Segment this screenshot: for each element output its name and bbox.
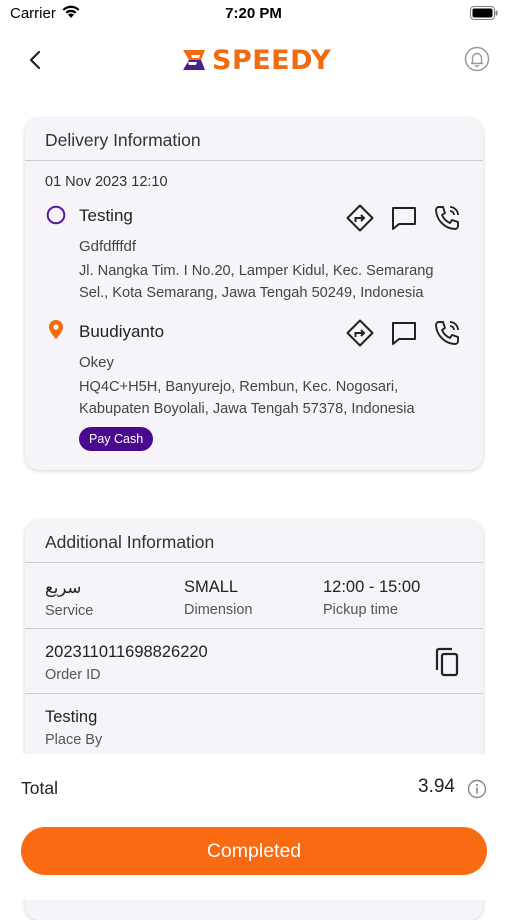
dropoff-name: Buudiyanto bbox=[79, 322, 165, 341]
dropoff-note: Okey bbox=[79, 354, 115, 371]
pickup-navigate-button[interactable] bbox=[345, 203, 375, 233]
back-button[interactable] bbox=[24, 48, 48, 72]
footer: Total 3.94 Completed bbox=[0, 754, 507, 900]
order-id-label: Order ID bbox=[45, 667, 101, 683]
dropoff-address: HQ4C+H5H, Banyurejo, Rembun, Kec. Nogosa… bbox=[79, 379, 415, 417]
app-header: SPEEDY bbox=[0, 36, 507, 84]
service-value: سريع bbox=[45, 579, 82, 597]
service-details-row: سريع Service SMALL Dimension 12:00 - 15:… bbox=[25, 564, 483, 629]
dropoff-message-button[interactable] bbox=[389, 318, 419, 348]
notification-button[interactable] bbox=[464, 46, 490, 77]
total-info-button[interactable] bbox=[467, 779, 487, 804]
copy-icon bbox=[435, 647, 459, 677]
pickup-note: Gdfdfffdf bbox=[79, 238, 136, 255]
pickup-circle-icon bbox=[46, 205, 66, 230]
delivery-info-title: Delivery Information bbox=[25, 118, 483, 161]
total-label: Total bbox=[21, 778, 58, 798]
delivery-date: 01 Nov 2023 12:10 bbox=[45, 174, 168, 190]
directions-icon bbox=[346, 319, 374, 347]
logo-text: SPEEDY bbox=[212, 44, 332, 76]
dimension-label: Dimension bbox=[184, 602, 253, 618]
chat-icon bbox=[392, 322, 416, 345]
pickup-address: Jl. Nangka Tim. I No.20, Lamper Kidul, K… bbox=[79, 263, 434, 301]
dimension-value: SMALL bbox=[184, 578, 239, 596]
total-value: 3.94 bbox=[418, 776, 455, 797]
pickup-call-button[interactable] bbox=[433, 203, 463, 233]
place-by-field: Testing Place By bbox=[45, 708, 102, 748]
dimension-field: SMALL Dimension bbox=[184, 578, 253, 618]
battery-icon bbox=[470, 6, 498, 25]
info-icon bbox=[467, 779, 487, 799]
status-bar: Carrier 7:20 PM bbox=[0, 0, 507, 28]
speedy-logo: SPEEDY bbox=[180, 44, 331, 76]
copy-button[interactable] bbox=[433, 647, 461, 684]
chat-icon bbox=[392, 207, 416, 230]
payment-badge: Pay Cash bbox=[79, 427, 154, 451]
order-id-field: 202311011698826220 Order ID bbox=[45, 643, 208, 683]
order-id-row: 202311011698826220 Order ID bbox=[25, 629, 483, 694]
pickup-time-field: 12:00 - 15:00 Pickup time bbox=[323, 578, 420, 618]
pickup-message-button[interactable] bbox=[389, 203, 419, 233]
clock: 7:20 PM bbox=[225, 5, 282, 22]
phone-call-icon bbox=[435, 206, 459, 230]
chevron-left-icon bbox=[29, 50, 41, 70]
service-label: Service bbox=[45, 603, 94, 619]
place-by-value: Testing bbox=[45, 708, 98, 726]
place-by-label: Place By bbox=[45, 732, 103, 748]
service-field: سريع Service bbox=[45, 578, 93, 619]
speedy-logo-mark bbox=[183, 50, 205, 70]
pickup-name: Testing bbox=[79, 206, 133, 225]
additional-info-title: Additional Information bbox=[25, 520, 483, 563]
dropoff-navigate-button[interactable] bbox=[345, 318, 375, 348]
completed-button[interactable]: Completed bbox=[21, 827, 487, 875]
phone-call-icon bbox=[435, 321, 459, 345]
pickup-time-value: 12:00 - 15:00 bbox=[323, 578, 421, 596]
bell-icon bbox=[464, 46, 490, 72]
delivery-info-card: Delivery Information 01 Nov 2023 12:10 T… bbox=[25, 118, 483, 470]
pickup-time-label: Pickup time bbox=[323, 602, 398, 618]
location-pin-icon bbox=[46, 319, 66, 346]
directions-icon bbox=[346, 204, 374, 232]
order-id-value: 202311011698826220 bbox=[45, 643, 208, 661]
dropoff-call-button[interactable] bbox=[433, 318, 463, 348]
